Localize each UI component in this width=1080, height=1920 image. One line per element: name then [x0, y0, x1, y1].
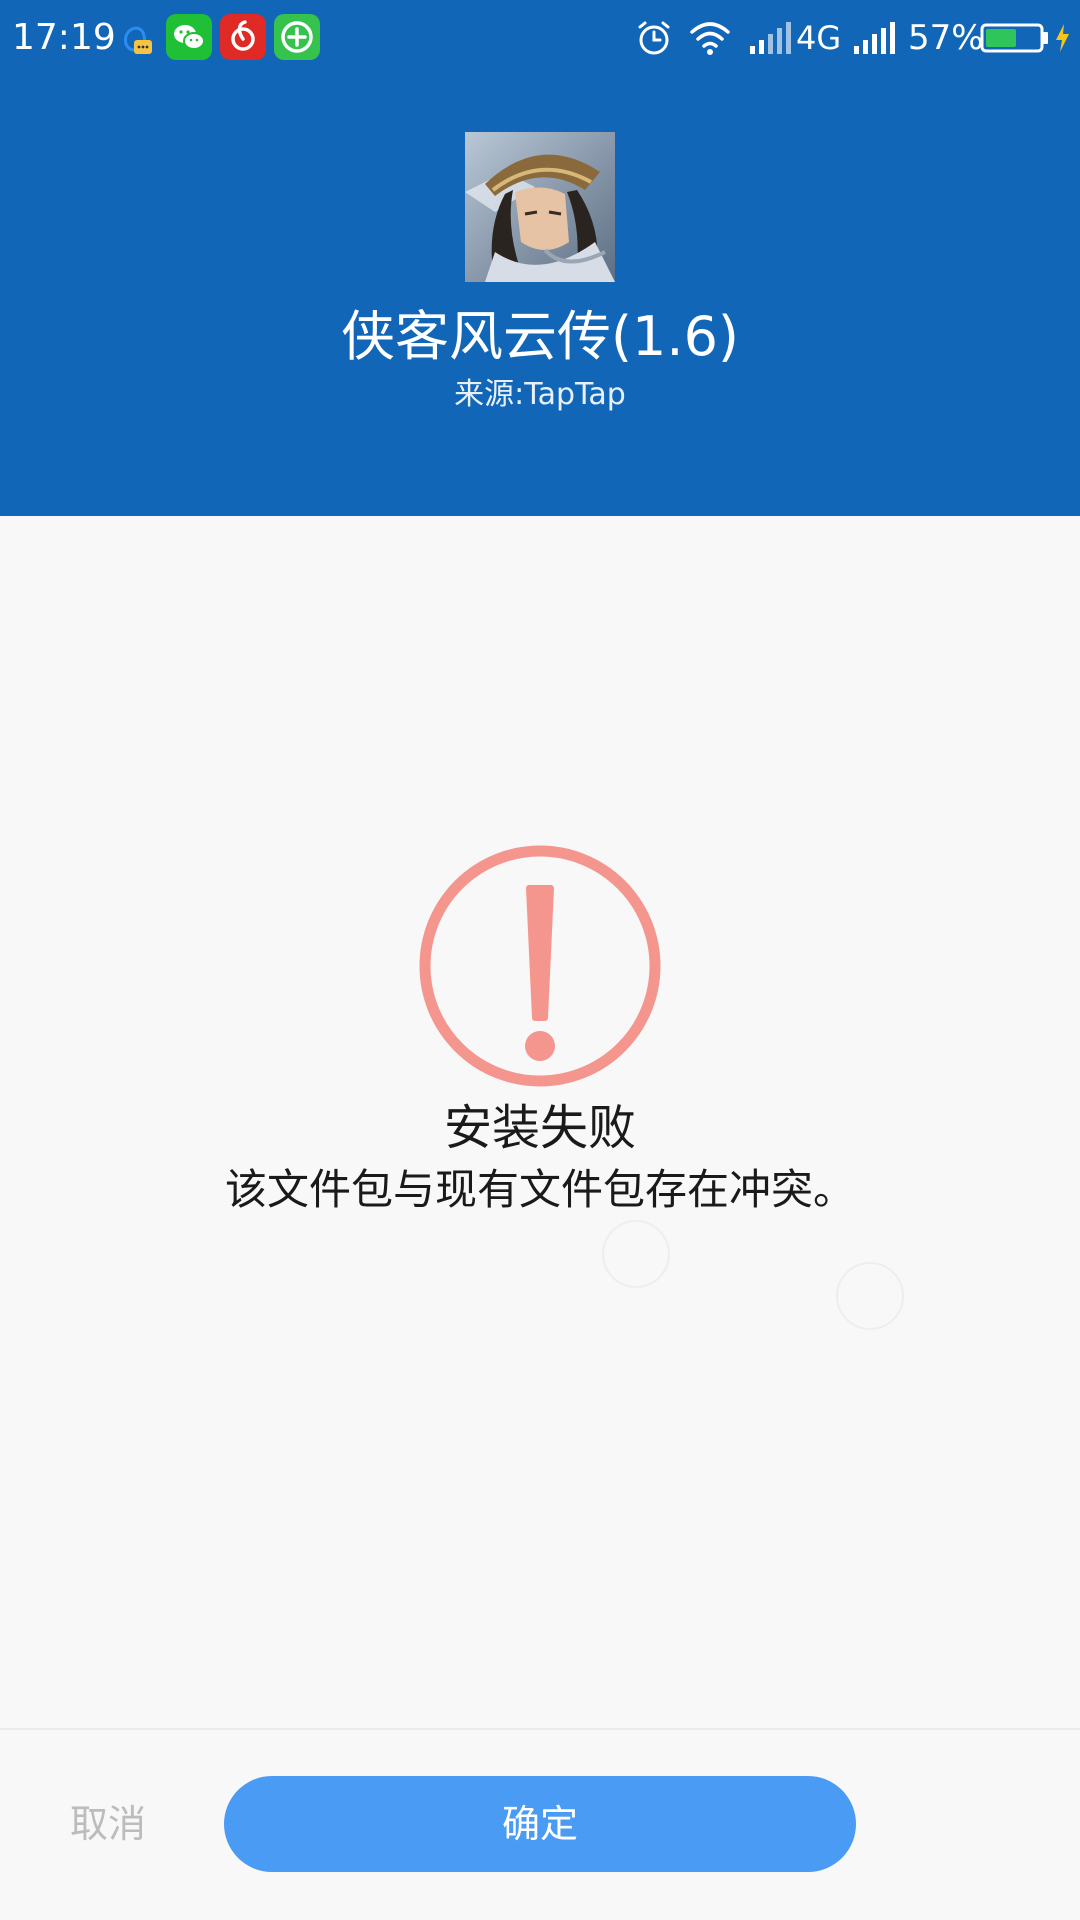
charging-icon: [1056, 24, 1069, 52]
wifi-icon: [690, 22, 730, 55]
touch-indicator: [836, 1262, 904, 1330]
cancel-button[interactable]: 取消: [50, 1778, 166, 1870]
install-failed-description: 该文件包与现有文件包存在冲突。: [224, 1165, 855, 1214]
alarm-icon: [638, 21, 670, 55]
status-bar: 17:19 4G 57%: [0, 0, 1080, 76]
battery-percent: 57%: [908, 18, 984, 58]
exclamation-circle-icon: [419, 845, 661, 1087]
app-source: 来源:TapTap: [454, 377, 626, 412]
app-header: 17:19 4G 57% 侠客风云传(1.6) 来源:TapTap: [0, 0, 1080, 516]
signal-icon: [854, 22, 895, 54]
confirm-button[interactable]: 确定: [224, 1776, 856, 1872]
wechat-icon: [166, 14, 212, 60]
qq-icon: [124, 26, 152, 54]
touch-indicator: [602, 1220, 670, 1288]
green-plus-app-icon: [274, 14, 320, 60]
app-icon: [465, 132, 615, 282]
bottom-divider: [0, 1728, 1080, 1730]
netease-music-icon: [220, 14, 266, 60]
battery-icon: [980, 23, 1048, 53]
network-type: 4G: [796, 19, 842, 57]
signal-icon: [750, 22, 791, 54]
status-time: 17:19: [12, 17, 116, 58]
install-failed-title: 安装失败: [443, 1100, 636, 1156]
app-name: 侠客风云传(1.6): [340, 305, 739, 368]
